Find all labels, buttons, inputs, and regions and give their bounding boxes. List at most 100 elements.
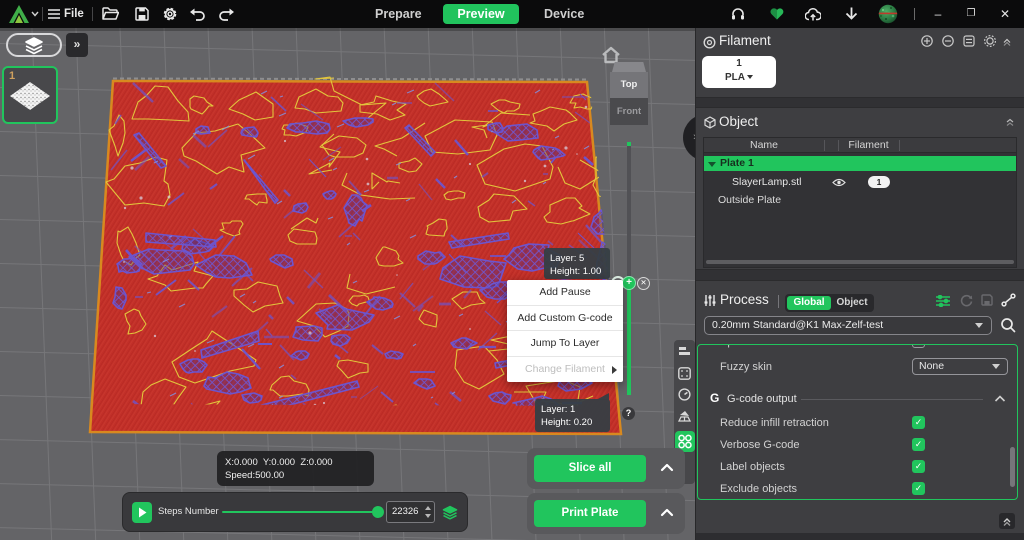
spiral-vase-checkbox[interactable]: [912, 344, 925, 348]
print-options-chevron[interactable]: [660, 505, 674, 521]
settings-gear-icon[interactable]: [162, 6, 178, 22]
spinner-down-icon[interactable]: [425, 514, 431, 518]
toolbar-divider: [42, 7, 43, 21]
steps-slider-handle[interactable]: [372, 506, 384, 518]
save-icon[interactable]: [135, 7, 149, 21]
model-filament-badge[interactable]: 1: [868, 176, 890, 188]
slice-all-button[interactable]: Slice all: [534, 455, 646, 482]
save-preset-icon[interactable]: [981, 294, 993, 306]
view-cube-front-button[interactable]: Front: [610, 98, 648, 125]
open-file-icon[interactable]: [102, 7, 119, 21]
exclude-objects-checkbox[interactable]: ✓: [912, 482, 925, 495]
object-row-model[interactable]: SlayerLamp.stl 1: [704, 175, 1016, 189]
menu-item-add-pause[interactable]: Add Pause: [507, 280, 623, 306]
column-header-filament[interactable]: Filament: [838, 138, 899, 153]
file-menu[interactable]: File: [64, 0, 84, 28]
tab-preview-active[interactable]: Preview: [443, 4, 519, 24]
tab-prepare[interactable]: Prepare: [375, 0, 422, 28]
label-objects-checkbox[interactable]: ✓: [912, 460, 925, 473]
settings-vscrollbar[interactable]: [1010, 447, 1015, 487]
visibility-eye-icon[interactable]: [832, 178, 846, 187]
window-close-button[interactable]: ✕: [995, 0, 1015, 28]
setting-row-verbose-gcode[interactable]: Verbose G-code ✓: [698, 434, 1017, 456]
search-settings-icon[interactable]: [1000, 317, 1016, 334]
3d-viewport[interactable]: » 1 Top Front ›: [0, 28, 695, 540]
process-preset-dropdown[interactable]: 0.20mm Standard@K1 Max-Zelf-test: [704, 316, 992, 335]
layer-slider-range[interactable]: [627, 283, 631, 395]
sidebar-expand-button[interactable]: [999, 513, 1015, 529]
viewport-top-shadow: [0, 28, 695, 31]
undo-icon[interactable]: [190, 8, 205, 21]
fuzzy-skin-value: None: [919, 359, 944, 374]
steps-value-input[interactable]: 22326: [386, 501, 435, 523]
filament-layers-icon[interactable]: [442, 505, 458, 520]
support-headset-icon[interactable]: [731, 7, 745, 21]
home-view-icon[interactable]: [601, 46, 621, 64]
setting-row-exclude-objects[interactable]: Exclude objects ✓: [698, 478, 1017, 500]
tab-device[interactable]: Device: [544, 0, 584, 28]
steps-toolbar: Steps Number 22326: [122, 492, 468, 532]
reset-icon[interactable]: [960, 294, 973, 307]
fuzzy-skin-dropdown[interactable]: None: [912, 358, 1008, 375]
setting-row-reduce-infill[interactable]: Reduce infill retraction ✓: [698, 412, 1017, 434]
setting-row-spiral-vase[interactable]: Spiral vase: [698, 344, 1017, 353]
layer-number-text: Layer: 1: [541, 404, 575, 415]
layer-height-text: Height: 0.20: [541, 417, 592, 428]
plate-thumbnail[interactable]: 1: [2, 66, 58, 124]
gcode-output-group-header[interactable]: G G-code output: [698, 388, 1017, 410]
menu-item-change-filament[interactable]: Change Filament: [507, 357, 623, 383]
redo-icon[interactable]: [219, 8, 234, 21]
object-table: Name Filament Plate 1 SlayerLamp.stl 1: [703, 137, 1017, 268]
add-pause-handle-button[interactable]: +: [622, 276, 636, 290]
layer-height-text: Height: 1.00: [550, 266, 601, 277]
window-minimize-button[interactable]: –: [928, 0, 948, 28]
toggle-global-active[interactable]: Global: [787, 296, 831, 310]
menu-item-jump-to-layer[interactable]: Jump To Layer: [507, 331, 623, 357]
hamburger-menu-icon[interactable]: [48, 9, 60, 19]
remove-marker-button[interactable]: ✕: [637, 277, 650, 290]
spinner-up-icon[interactable]: [425, 506, 431, 510]
layer-list-tool-icon[interactable]: [678, 346, 691, 359]
filament-header-icons[interactable]: [921, 35, 1011, 47]
object-table-hscrollbar[interactable]: [706, 260, 1014, 264]
tune-settings-icon[interactable]: [936, 295, 950, 307]
verbose-gcode-checkbox[interactable]: ✓: [912, 438, 925, 451]
toggle-object[interactable]: Object: [831, 294, 873, 312]
grid-tool-icon[interactable]: [678, 367, 691, 380]
column-header-name[interactable]: Name: [704, 138, 824, 153]
object-row-plate[interactable]: Plate 1: [704, 156, 1016, 171]
reduce-infill-checkbox[interactable]: ✓: [912, 416, 925, 429]
view-cube-top-button[interactable]: Top: [610, 72, 648, 98]
logo-dropdown-caret-icon[interactable]: [31, 11, 39, 17]
expand-plate-list-button[interactable]: »: [66, 33, 88, 57]
layer-view-pill-button[interactable]: [6, 33, 62, 57]
object-row-outside-plate[interactable]: Outside Plate: [704, 193, 1016, 207]
slice-options-chevron[interactable]: [660, 460, 674, 476]
setting-row-label-objects[interactable]: Label objects ✓: [698, 456, 1017, 478]
cloud-upload-icon[interactable]: [805, 7, 821, 21]
fuzzy-skin-label: Fuzzy skin: [720, 356, 772, 378]
app-logo[interactable]: [9, 5, 29, 23]
group-collapse-chevron-icon[interactable]: [994, 395, 1006, 403]
group-divider-line: [801, 399, 983, 400]
row-expand-caret-icon[interactable]: [708, 161, 716, 167]
header-divider: [778, 295, 779, 308]
play-button[interactable]: [132, 502, 152, 523]
steps-slider-track[interactable]: [222, 511, 378, 513]
user-avatar[interactable]: [878, 4, 898, 24]
object-collapse-icon[interactable]: [1005, 118, 1015, 127]
speed-gauge-tool-icon[interactable]: [678, 388, 691, 401]
window-restore-button[interactable]: ❐: [961, 0, 981, 28]
print-plate-button[interactable]: Print Plate: [534, 500, 646, 527]
health-heart-icon[interactable]: [770, 7, 784, 20]
setting-row-fuzzy-skin[interactable]: Fuzzy skin None: [698, 356, 1017, 378]
window-controls-divider: [914, 8, 915, 20]
double-chevron-up-icon: [999, 513, 1015, 529]
plate-row-label: Plate 1: [720, 156, 754, 171]
download-icon[interactable]: [845, 7, 858, 21]
menu-item-add-custom-gcode[interactable]: Add Custom G-code: [507, 306, 623, 332]
advanced-wrench-icon[interactable]: [1001, 293, 1016, 307]
help-button[interactable]: ?: [622, 407, 635, 420]
filament-slot-card[interactable]: 1 PLA: [702, 56, 776, 88]
projector-tool-icon[interactable]: [677, 409, 692, 423]
